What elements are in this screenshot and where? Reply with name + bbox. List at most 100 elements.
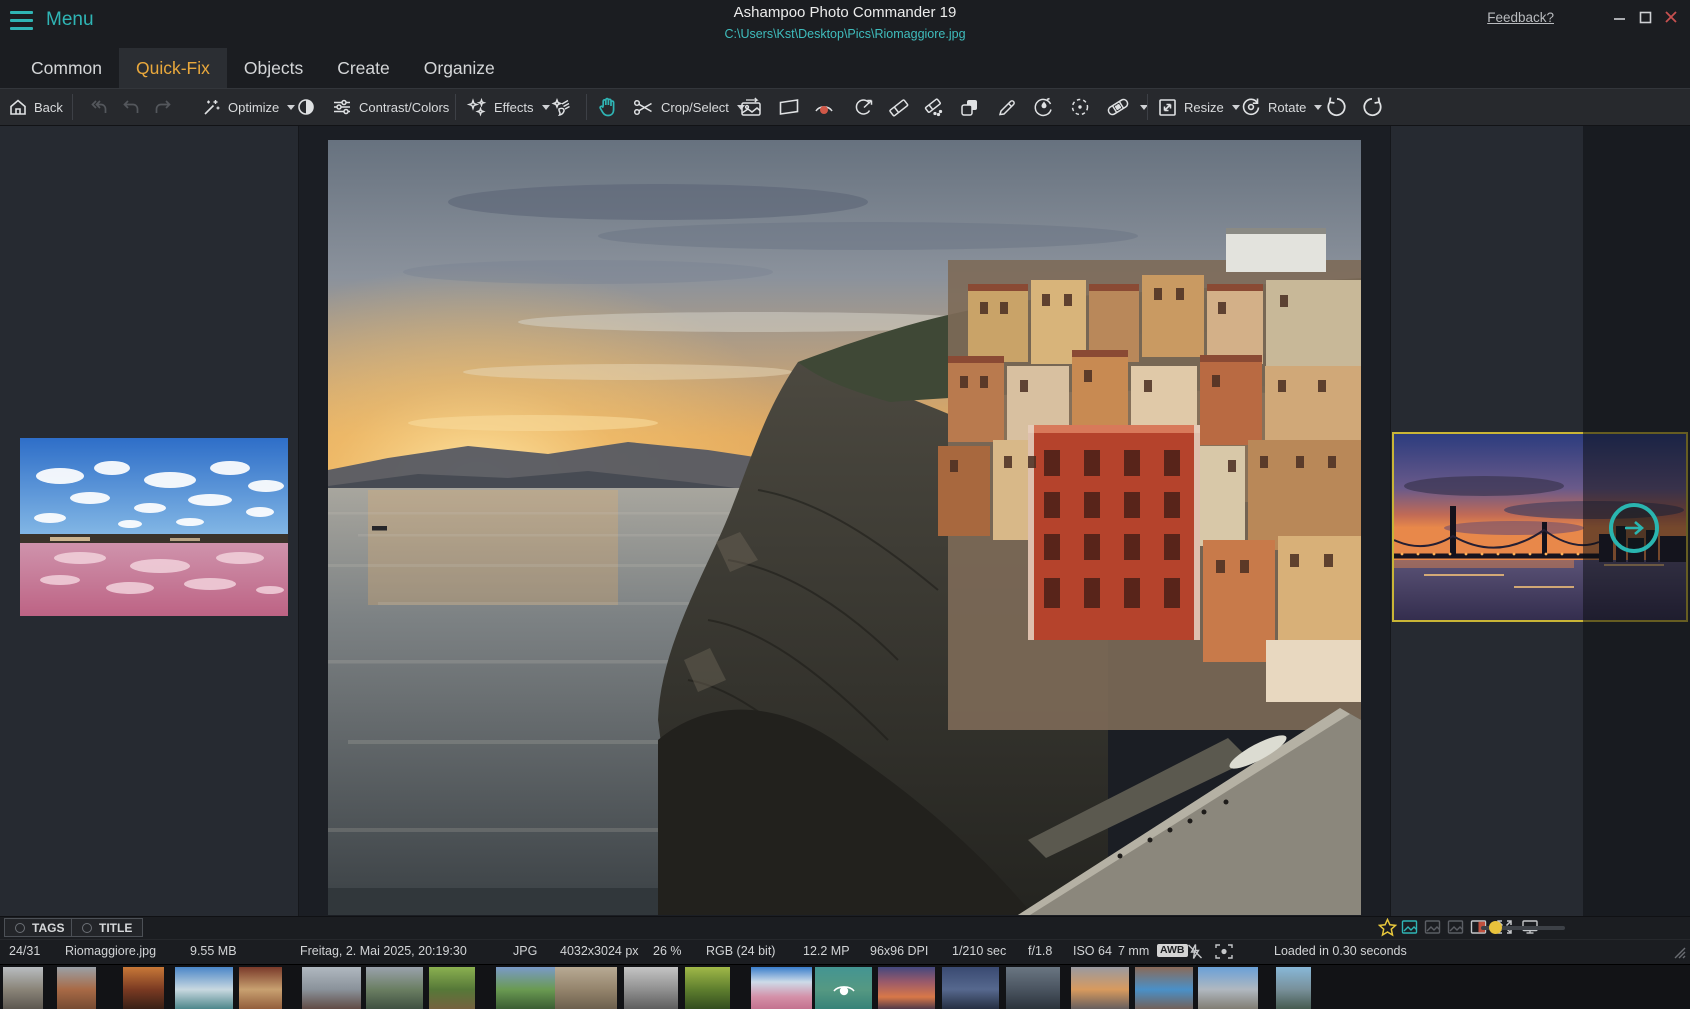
contrast-icon: [296, 97, 316, 117]
filmstrip-thumb-decorative-plates[interactable]: [239, 967, 282, 1009]
rotate-right-button[interactable]: [1360, 92, 1384, 122]
filmstrip-thumb-old-town-rooftops[interactable]: [57, 967, 96, 1009]
red-eye-icon: [812, 97, 836, 117]
chevron-down-icon: [542, 105, 550, 110]
filmstrip-thumb-riomaggiore-current[interactable]: [815, 967, 872, 1009]
feedback-link[interactable]: Feedback?: [1487, 10, 1554, 25]
scratch-remover-button[interactable]: [922, 92, 945, 122]
redo-button[interactable]: [153, 92, 173, 122]
contrast-colors-button[interactable]: Contrast/Colors: [331, 92, 449, 122]
retouch-button[interactable]: [1032, 92, 1055, 122]
filmstrip-thumb-bay-bridge-sunset[interactable]: [878, 967, 935, 1009]
filmstrip-thumb-tree-branches[interactable]: [429, 967, 475, 1009]
clone-rotate-button[interactable]: [852, 92, 875, 122]
rotate-cw-icon: [1360, 95, 1384, 119]
flash-off-icon: [1186, 943, 1204, 963]
filmstrip-thumb-tre-cime-peaks[interactable]: [1198, 967, 1258, 1009]
effect-brush-button[interactable]: [550, 92, 572, 122]
perspective-icon: [777, 97, 801, 117]
toolbar: Back Optimize Contrast/Colors: [0, 88, 1690, 126]
filmstrip-thumb-harbor-houses[interactable]: [175, 967, 233, 1009]
auto-contrast-button[interactable]: [296, 92, 316, 122]
pan-tool-button[interactable]: [596, 92, 619, 122]
maximize-button[interactable]: [1632, 4, 1658, 30]
filmstrip-thumb-night-lake-village[interactable]: [942, 967, 999, 1009]
menu-label: Menu: [46, 9, 94, 31]
pen-picker-icon: [996, 97, 1018, 118]
eraser-button[interactable]: [887, 92, 910, 122]
effects-label: Effects: [494, 100, 534, 115]
rotate-button[interactable]: Rotate: [1240, 92, 1322, 122]
filmstrip-thumb-torii-gate[interactable]: [302, 967, 361, 1009]
color-mode: RGB (24 bit): [706, 944, 775, 958]
close-button[interactable]: [1658, 4, 1684, 30]
rotate-ccw-icon: [1325, 95, 1349, 119]
filmstrip-thumb-green-valley[interactable]: [496, 967, 557, 1009]
red-eye-button[interactable]: [812, 92, 836, 122]
perspective-button[interactable]: [777, 92, 801, 122]
tab-quick-fix[interactable]: Quick-Fix: [119, 48, 227, 88]
straighten-button[interactable]: [739, 92, 764, 122]
resize-grip[interactable]: [1672, 945, 1686, 962]
zoom-slider-knob[interactable]: [1489, 921, 1502, 934]
view-mode-2-button[interactable]: [1424, 919, 1441, 940]
optimize-label: Optimize: [228, 100, 279, 115]
tab-organize[interactable]: Organize: [407, 48, 512, 88]
ribbon-tabs: Common Quick-Fix Objects Create Organize: [0, 48, 1690, 88]
filmstrip-thumb-pink-lake[interactable]: [751, 967, 812, 1009]
color-picker-button[interactable]: [996, 92, 1018, 122]
previous-photo-thumbnail[interactable]: [20, 438, 288, 616]
filmstrip-thumb-lake-bled-island[interactable]: [1006, 967, 1060, 1009]
filmstrip-thumb-waterfall[interactable]: [1276, 967, 1311, 1009]
viewer-area: [0, 126, 1690, 916]
optimize-button[interactable]: Optimize: [201, 92, 295, 122]
crop-select-label: Crop/Select: [661, 100, 729, 115]
circular-arrow-icon: [852, 97, 875, 118]
minimize-button[interactable]: [1606, 4, 1632, 30]
crop-select-button[interactable]: Crop/Select: [632, 92, 745, 122]
resize-button[interactable]: Resize: [1157, 92, 1240, 122]
scissors-icon: [632, 97, 655, 118]
undo-button[interactable]: [121, 92, 141, 122]
filmstrip-thumb-sea-sunset[interactable]: [1071, 967, 1129, 1009]
effects-button[interactable]: Effects: [466, 92, 550, 122]
menu-button[interactable]: Menu: [10, 9, 94, 31]
metering-mode-icon: [1214, 943, 1234, 963]
clone-stamp-button[interactable]: [958, 92, 981, 122]
view-mode-3-button[interactable]: [1447, 919, 1464, 940]
title-label: TITLE: [99, 921, 132, 935]
file-format: JPG: [513, 944, 537, 958]
filmstrip-thumb-autumn-city-sunset[interactable]: [123, 967, 164, 1009]
dodge-burn-button[interactable]: [1068, 92, 1092, 122]
resize-icon: [1157, 97, 1178, 118]
contrast-colors-label: Contrast/Colors: [359, 100, 449, 115]
resize-label: Resize: [1184, 100, 1224, 115]
file-path: C:\Users\Kst\Desktop\Pics\Riomaggiore.jp…: [300, 27, 1390, 41]
rotate-label: Rotate: [1268, 100, 1306, 115]
title-tab[interactable]: TITLE: [71, 918, 143, 937]
healing-patch-button[interactable]: [1106, 92, 1148, 122]
home-icon: [8, 97, 28, 117]
filmstrip-thumb-bw-cathedral[interactable]: [624, 967, 678, 1009]
back-button[interactable]: Back: [8, 92, 63, 122]
filmstrip-thumb-stone-houses[interactable]: [555, 967, 617, 1009]
tags-label: TAGS: [32, 921, 64, 935]
dpi: 96x96 DPI: [870, 944, 928, 958]
app-window: Menu Ashampoo Photo Commander 19 C:\User…: [0, 0, 1690, 1009]
next-image-button[interactable]: [1609, 503, 1659, 553]
undo-all-button[interactable]: [88, 92, 110, 122]
filmstrip-thumb-mountain-village[interactable]: [3, 967, 43, 1009]
filmstrip-thumb-kirkjufell-falls[interactable]: [366, 967, 423, 1009]
tags-tab[interactable]: TAGS: [4, 918, 75, 937]
tab-common[interactable]: Common: [14, 48, 119, 88]
megapixels: 12.2 MP: [803, 944, 850, 958]
load-time: Loaded in 0.30 seconds: [1274, 944, 1407, 958]
aperture: f/1.8: [1028, 944, 1052, 958]
filmstrip-thumb-lily-pads[interactable]: [685, 967, 730, 1009]
main-photo[interactable]: [328, 140, 1361, 915]
rotate-left-button[interactable]: [1325, 92, 1349, 122]
view-mode-photo-button[interactable]: [1401, 919, 1418, 940]
tab-create[interactable]: Create: [320, 48, 407, 88]
tab-objects[interactable]: Objects: [227, 48, 320, 88]
filmstrip-thumb-round-courtyard[interactable]: [1135, 967, 1193, 1009]
